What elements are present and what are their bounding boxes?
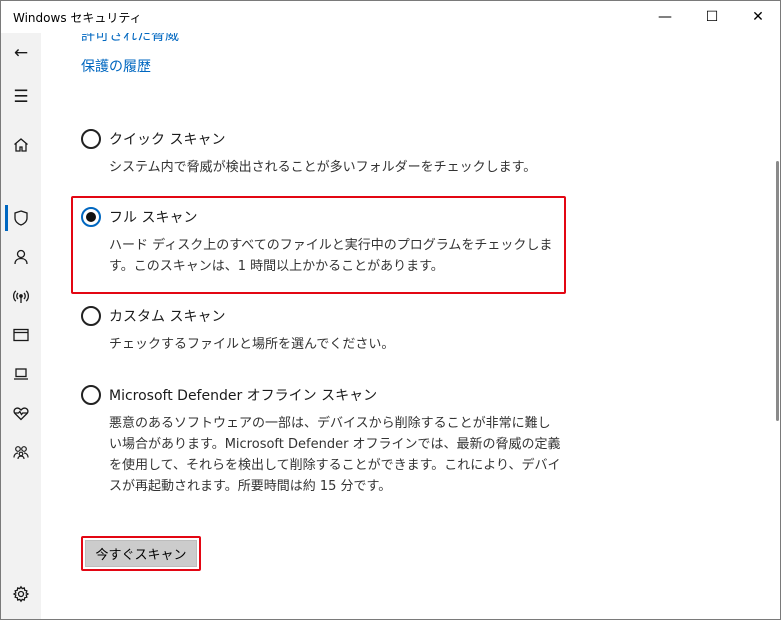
custom-scan-radio-row[interactable]: カスタム スキャン [81,304,561,328]
nav-settings[interactable] [1,576,41,612]
back-button[interactable]: ← [1,35,41,71]
full-scan-label: フル スキャン [109,210,198,226]
quick-scan-radio[interactable] [81,129,101,149]
app-browser-icon [13,328,29,342]
defender-offline-scan-radio-row[interactable]: Microsoft Defender オフライン スキャン [81,383,561,407]
minimize-button[interactable]: — [642,1,688,33]
full-scan-radio[interactable] [81,207,101,227]
nav-account-protection[interactable] [1,239,41,275]
quick-scan-label: クイック スキャン [109,132,226,148]
full-scan-description: ハード ディスク上のすべてのファイルと実行中のプログラムをチェックします。このス… [109,238,553,274]
protection-history-link[interactable]: 保護の履歴 [81,56,151,76]
nav-family-options[interactable] [1,434,41,470]
quick-scan-description: システム内で脅威が検出されることが多いフォルダーをチェックします。 [109,160,537,175]
defender-offline-scan-radio[interactable] [81,385,101,405]
full-scan-option: フル スキャン ハード ディスク上のすべてのファイルと実行中のプログラムをチェッ… [81,205,561,277]
settings-gear-icon [12,585,30,603]
full-scan-radio-row[interactable]: フル スキャン [81,205,561,229]
custom-scan-description: チェックするファイルと場所を選んでください。 [109,337,395,352]
nav-home[interactable] [1,127,41,163]
nav-device-security[interactable] [1,356,41,392]
family-icon [13,446,29,460]
scan-options-page: 許可された脅威 保護の履歴 クイック スキャン システム内で脅威が検出されること… [41,33,771,619]
shield-icon [14,210,28,226]
scrollbar-thumb[interactable] [776,161,779,421]
defender-offline-scan-description: 悪意のあるソフトウェアの一部は、デバイスから削除することが非常に難しい場合があり… [109,416,561,494]
custom-scan-label: カスタム スキャン [109,309,226,325]
scan-now-button[interactable]: 今すぐスキャン [85,540,197,567]
quick-scan-radio-row[interactable]: クイック スキャン [81,127,561,151]
close-icon: ✕ [752,9,764,25]
custom-scan-radio[interactable] [81,306,101,326]
title-bar: Windows セキュリティ — ☐ ✕ [1,1,780,33]
nav-virus-protection[interactable] [1,200,41,236]
maximize-icon: ☐ [705,9,719,25]
heart-health-icon [13,407,29,421]
custom-scan-option: カスタム スキャン チェックするファイルと場所を選んでください。 [81,304,561,355]
minimize-icon: — [658,9,672,25]
nav-app-browser-control[interactable] [1,317,41,353]
scan-now-highlight-box: 今すぐスキャン [81,536,201,571]
menu-button[interactable]: ☰ [1,79,41,115]
allowed-threats-link[interactable]: 許可された脅威 [81,33,179,45]
wireless-icon [12,290,30,303]
hamburger-menu-icon: ☰ [13,87,29,107]
navigation-sidebar: ← ☰ [1,33,41,619]
close-button[interactable]: ✕ [735,1,781,33]
nav-firewall-network[interactable] [1,278,41,314]
vertical-scrollbar[interactable] [774,33,780,619]
defender-offline-scan-label: Microsoft Defender オフライン スキャン [109,388,378,404]
windows-security-window: Windows セキュリティ — ☐ ✕ ← ☰ 許可された脅威 保護の履歴 ク… [0,0,781,620]
back-arrow-icon: ← [13,43,29,63]
window-title: Windows セキュリティ [13,11,142,25]
nav-device-health[interactable] [1,395,41,431]
defender-offline-scan-option: Microsoft Defender オフライン スキャン 悪意のあるソフトウェ… [81,383,561,497]
quick-scan-option: クイック スキャン システム内で脅威が検出されることが多いフォルダーをチェックし… [81,127,561,178]
maximize-button[interactable]: ☐ [689,1,735,33]
person-icon [14,249,28,265]
laptop-icon [14,368,28,380]
home-icon [14,138,28,152]
